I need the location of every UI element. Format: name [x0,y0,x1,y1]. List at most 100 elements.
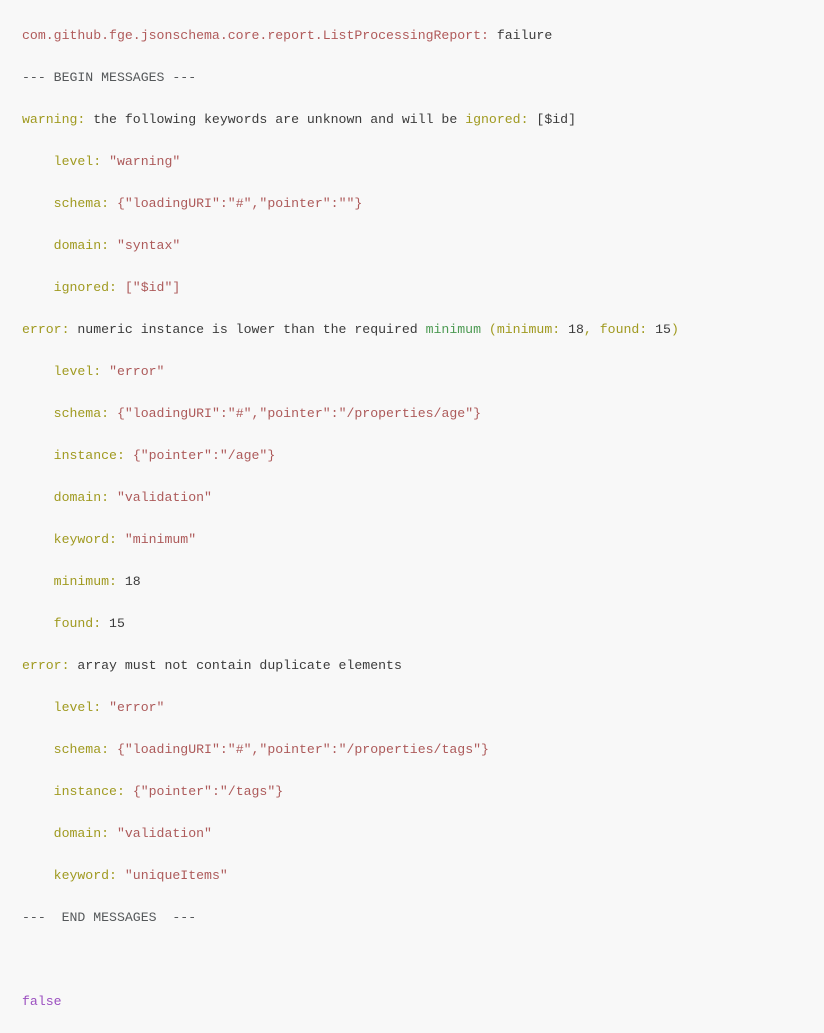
token-key: instance: [53,448,125,464]
console-line-error1-instance: instance: {"pointer":"/age"} [22,445,824,466]
token-key: found: [53,616,102,632]
token-purple: false [22,994,62,1010]
console-line-warning-summary: warning: the following keywords are unkn… [22,109,824,130]
token-plain: 15 [647,322,671,338]
console-line-report-header: com.github.fge.jsonschema.core.report.Li… [22,25,824,46]
token-dim: --- BEGIN MESSAGES --- [22,70,197,86]
token-string: "validation" [116,490,212,506]
console-line-error2-keyword: keyword: "uniqueItems" [22,865,824,886]
console-line-warning-level: level: "warning" [22,151,824,172]
token-string: "error" [109,364,165,380]
console-line-error2-domain: domain: "validation" [22,823,824,844]
token-key: keyword: [53,868,117,884]
token-string: {"loadingURI":"#","pointer":"/properties… [116,406,482,422]
token-key: warning: [22,112,86,128]
token-key: domain: [53,490,110,506]
token-key: schema: [53,406,110,422]
console-line-error1-domain: domain: "validation" [22,487,824,508]
console-line-error2-instance: instance: {"pointer":"/tags"} [22,781,824,802]
token-key: found: [591,322,648,338]
token-key: minimum: [53,574,117,590]
token-string: {"loadingURI":"#","pointer":"/properties… [116,742,489,758]
token-green: minimum [425,322,482,338]
token-key: ignored: [53,280,117,296]
token-plain: array must not contain duplicate element… [69,658,402,674]
token-string: {"loadingURI":"#","pointer":""} [116,196,363,212]
token-key: error: [22,322,70,338]
token-key: domain: [53,238,110,254]
token-key: level: [53,700,102,716]
token-plain: failure [488,28,553,44]
token-key: , [583,322,592,338]
token-string: "validation" [116,826,212,842]
console-line-error1-minimum: minimum: 18 [22,571,824,592]
token-string: {"pointer":"/tags"} [132,784,284,800]
console-line-warning-schema: schema: {"loadingURI":"#","pointer":""} [22,193,824,214]
token-key: instance: [53,784,125,800]
token-key: schema: [53,742,110,758]
console-line-begin-messages: --- BEGIN MESSAGES --- [22,67,824,88]
console-line-warning-domain: domain: "syntax" [22,235,824,256]
token-key: ( [481,322,497,338]
token-string: "uniqueItems" [124,868,228,884]
token-key: ) [670,322,679,338]
console-line-error1-schema: schema: {"loadingURI":"#","pointer":"/pr… [22,403,824,424]
token-key: domain: [53,826,110,842]
token-plain: [$id] [528,112,576,128]
console-line-end-messages: --- END MESSAGES --- [22,907,824,928]
token-string: "minimum" [124,532,197,548]
token-key: level: [53,154,102,170]
token-key: schema: [53,196,110,212]
console-line-result-false: false [22,991,824,1012]
console-line-error2-schema: schema: {"loadingURI":"#","pointer":"/pr… [22,739,824,760]
token-key: ignored: [465,112,529,128]
console-line-error2-summary: error: array must not contain duplicate … [22,655,824,676]
token-string: "syntax" [116,238,181,254]
console-output: com.github.fge.jsonschema.core.report.Li… [0,13,824,1009]
console-line-error1-keyword: keyword: "minimum" [22,529,824,550]
token-plain: the following keywords are unknown and w… [85,112,466,128]
token-key: error: [22,658,70,674]
console-line-error2-level: level: "error" [22,697,824,718]
console-line-error1-level: level: "error" [22,361,824,382]
console-line-error1-summary: error: numeric instance is lower than th… [22,319,824,340]
token-string: "warning" [109,154,181,170]
token-plain: 15 [101,616,125,632]
console-line-spacer-1 [22,949,824,970]
token-plain: 18 [560,322,584,338]
console-line-error1-found: found: 15 [22,613,824,634]
token-plain: 18 [116,574,141,590]
token-dim: --- END MESSAGES --- [22,910,197,926]
token-key: level: [53,364,102,380]
token-plain: numeric instance is lower than the requi… [69,322,426,338]
token-key: keyword: [53,532,117,548]
token-class: com.github.fge.jsonschema.core.report.Li… [22,28,489,44]
token-string: {"pointer":"/age"} [132,448,276,464]
